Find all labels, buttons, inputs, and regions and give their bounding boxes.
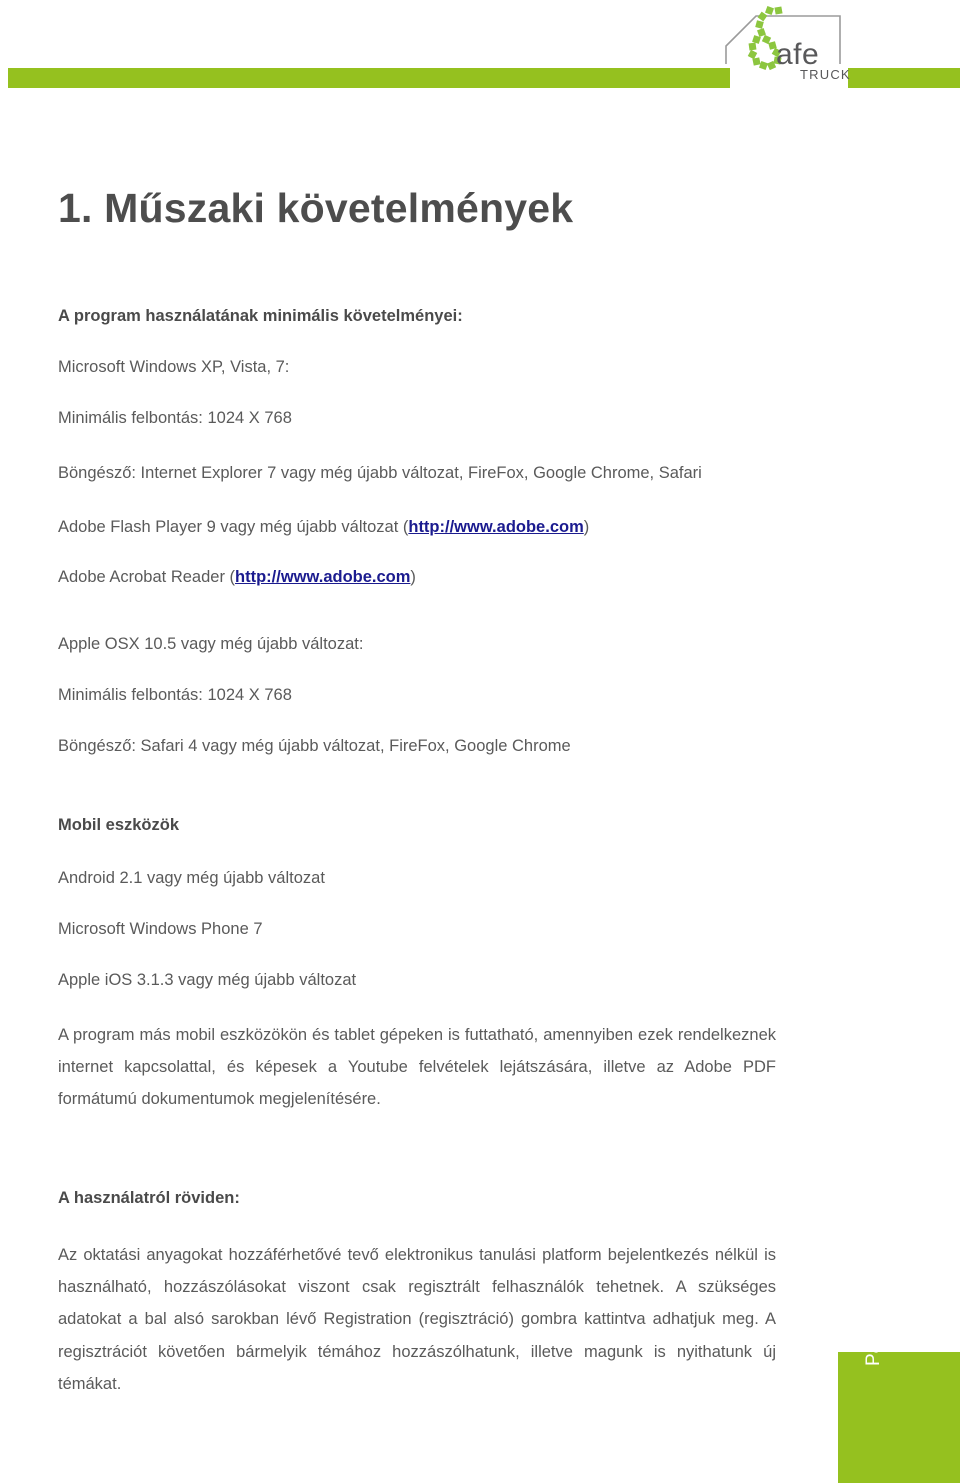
adobe-acrobat-link[interactable]: http://www.adobe.com: [235, 568, 410, 586]
logo-sub-wordmark: TRUCK: [800, 67, 851, 82]
mobile-devices-heading: Mobil eszközök: [58, 816, 180, 835]
logo-wordmark: afe: [776, 38, 820, 71]
acrobat-reader-prefix: Adobe Acrobat Reader (: [58, 568, 236, 587]
adobe-flash-link[interactable]: http://www.adobe.com: [408, 518, 583, 536]
document-page: afe TRUCK 1. Műszaki követelmények A pro…: [0, 0, 960, 1483]
flash-player-suffix: ): [583, 517, 590, 536]
osx-resolution: Minimális felbontás: 1024 X 768: [58, 685, 292, 704]
requirements-lead: A program használatának minimális követe…: [58, 307, 463, 326]
windows-resolution: Minimális felbontás: 1024 X 768: [58, 408, 292, 427]
usage-paragraph: Az oktatási anyagokat hozzáférhetővé tev…: [58, 1246, 776, 1393]
mobile-android: Android 2.1 vagy még újabb változat: [58, 869, 325, 888]
osx-heading: Apple OSX 10.5 vagy még újabb változat:: [58, 635, 364, 654]
page-title: 1. Műszaki követelmények: [58, 185, 574, 231]
usage-heading: A használatról röviden:: [58, 1189, 240, 1208]
mobile-ios: Apple iOS 3.1.3 vagy még újabb változat: [58, 970, 357, 989]
document-content: 1. Műszaki követelmények A program haszn…: [58, 185, 776, 1410]
safe-truck-logo: afe TRUCK: [722, 2, 854, 88]
acrobat-reader-line: Adobe Acrobat Reader (http://www.adobe.c…: [58, 565, 776, 590]
page-number-label: Página 4: [863, 1290, 884, 1366]
mobile-paragraph: A program más mobil eszközökön és tablet…: [58, 1025, 776, 1108]
flash-player-line: Adobe Flash Player 9 vagy még újabb vált…: [58, 515, 776, 540]
windows-heading: Microsoft Windows XP, Vista, 7:: [58, 358, 290, 377]
windows-browser: Böngésző: Internet Explorer 7 vagy még ú…: [58, 463, 702, 482]
flash-player-prefix: Adobe Flash Player 9 vagy még újabb vált…: [58, 517, 409, 536]
osx-browser: Böngésző: Safari 4 vagy még újabb változ…: [58, 736, 571, 755]
acrobat-reader-suffix: ): [410, 568, 416, 587]
mobile-windows-phone: Microsoft Windows Phone 7: [58, 920, 263, 939]
page-number-box: Página 4: [838, 1291, 960, 1483]
page-header: afe TRUCK: [0, 0, 960, 100]
